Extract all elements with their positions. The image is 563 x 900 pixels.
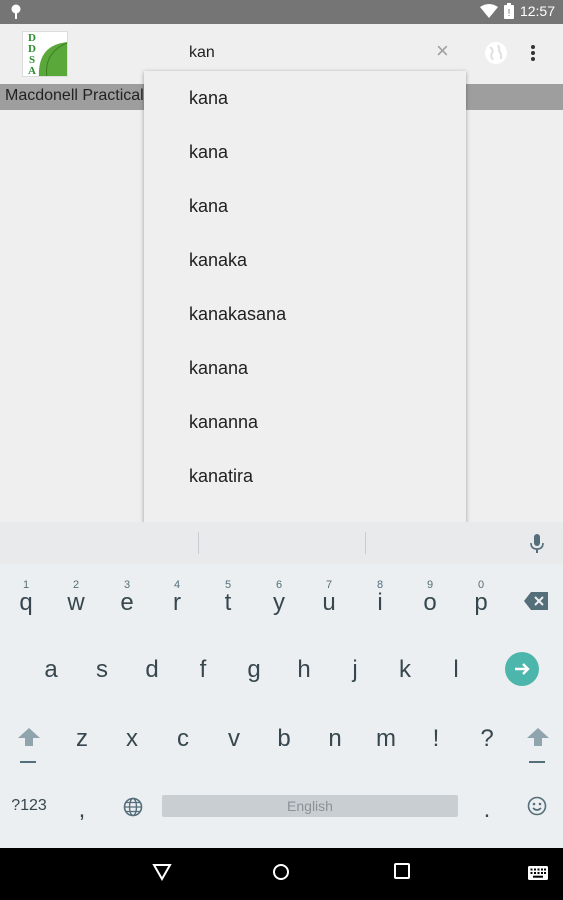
key-u[interactable]: 7u [304,573,354,633]
more-vert-icon[interactable] [530,44,536,62]
shift-underline [20,761,36,763]
clear-search-icon[interactable]: × [436,40,449,62]
status-bar: ! 12:57 [0,0,563,24]
key-comma[interactable]: , [57,780,107,840]
suggestion-item[interactable]: kana [144,125,466,179]
arrow-right-icon [515,663,530,675]
search-input[interactable]: kan [189,44,215,62]
key-l[interactable]: l [431,640,481,700]
globe-icon[interactable] [484,41,508,65]
key-d[interactable]: d [127,640,177,700]
logo-letters: DDSA [28,32,36,77]
key-j[interactable]: j [330,640,380,700]
suggestion-divider [365,532,366,554]
key-e[interactable]: 3e [102,573,152,633]
key-m[interactable]: m [361,709,411,769]
key-z[interactable]: z [57,709,107,769]
key-q[interactable]: 1q [1,573,51,633]
key-p[interactable]: 0p [456,573,506,633]
key-r[interactable]: 4r [152,573,202,633]
system-nav-bar [0,848,563,900]
symbols-key[interactable]: ?123 [4,776,54,836]
enter-button[interactable] [505,652,539,686]
key-exclamation[interactable]: ! [411,709,461,769]
keyboard-suggestion-strip [0,522,563,564]
app-logo[interactable]: DDSA [22,31,68,77]
suggestion-item[interactable]: kanana [144,341,466,395]
key-c[interactable]: c [158,709,208,769]
key-t[interactable]: 5t [203,573,253,633]
suggestion-item[interactable]: kanatira [144,449,466,503]
suggestion-item[interactable]: kanakasana [144,287,466,341]
recents-icon[interactable] [394,863,410,879]
language-globe-icon[interactable] [123,797,143,817]
space-bar[interactable]: English [162,795,458,817]
key-period[interactable]: . [462,780,512,840]
location-icon [11,4,21,19]
svg-text:!: ! [508,8,511,19]
wifi-icon [479,4,498,18]
shift-underline [529,761,545,763]
key-a[interactable]: a [26,640,76,700]
keyboard-switch-icon[interactable] [528,866,548,880]
backspace-icon[interactable] [524,592,548,610]
shift-icon-right[interactable] [527,728,549,746]
key-h[interactable]: h [279,640,329,700]
suggestion-item[interactable]: kana [144,179,466,233]
microphone-icon[interactable] [530,534,544,554]
suggestion-divider [198,532,199,554]
back-icon[interactable] [152,863,172,881]
shift-icon[interactable] [18,728,40,746]
key-w[interactable]: 2w [51,573,101,633]
battery-icon: ! [503,3,514,19]
key-f[interactable]: f [178,640,228,700]
suggestion-dropdown: kana kana kana kanaka kanakasana kanana … [144,71,466,523]
key-y[interactable]: 6y [254,573,304,633]
key-n[interactable]: n [310,709,360,769]
key-s[interactable]: s [77,640,127,700]
key-o[interactable]: 9o [405,573,455,633]
suggestion-item[interactable]: kana [144,71,466,125]
key-b[interactable]: b [259,709,309,769]
dictionary-title: Macdonell Practical [5,87,144,104]
key-i[interactable]: 8i [355,573,405,633]
key-question[interactable]: ? [462,709,512,769]
key-g[interactable]: g [229,640,279,700]
status-time: 12:57 [519,3,555,19]
suggestion-item[interactable]: kananna [144,395,466,449]
key-v[interactable]: v [209,709,259,769]
key-k[interactable]: k [380,640,430,700]
key-x[interactable]: x [107,709,157,769]
home-icon[interactable] [272,863,290,881]
emoji-icon[interactable] [527,796,547,816]
suggestion-item[interactable]: kanaka [144,233,466,287]
soft-keyboard: 1q 2w 3e 4r 5t 6y 7u 8i 9o 0p a s d f g … [0,522,563,848]
